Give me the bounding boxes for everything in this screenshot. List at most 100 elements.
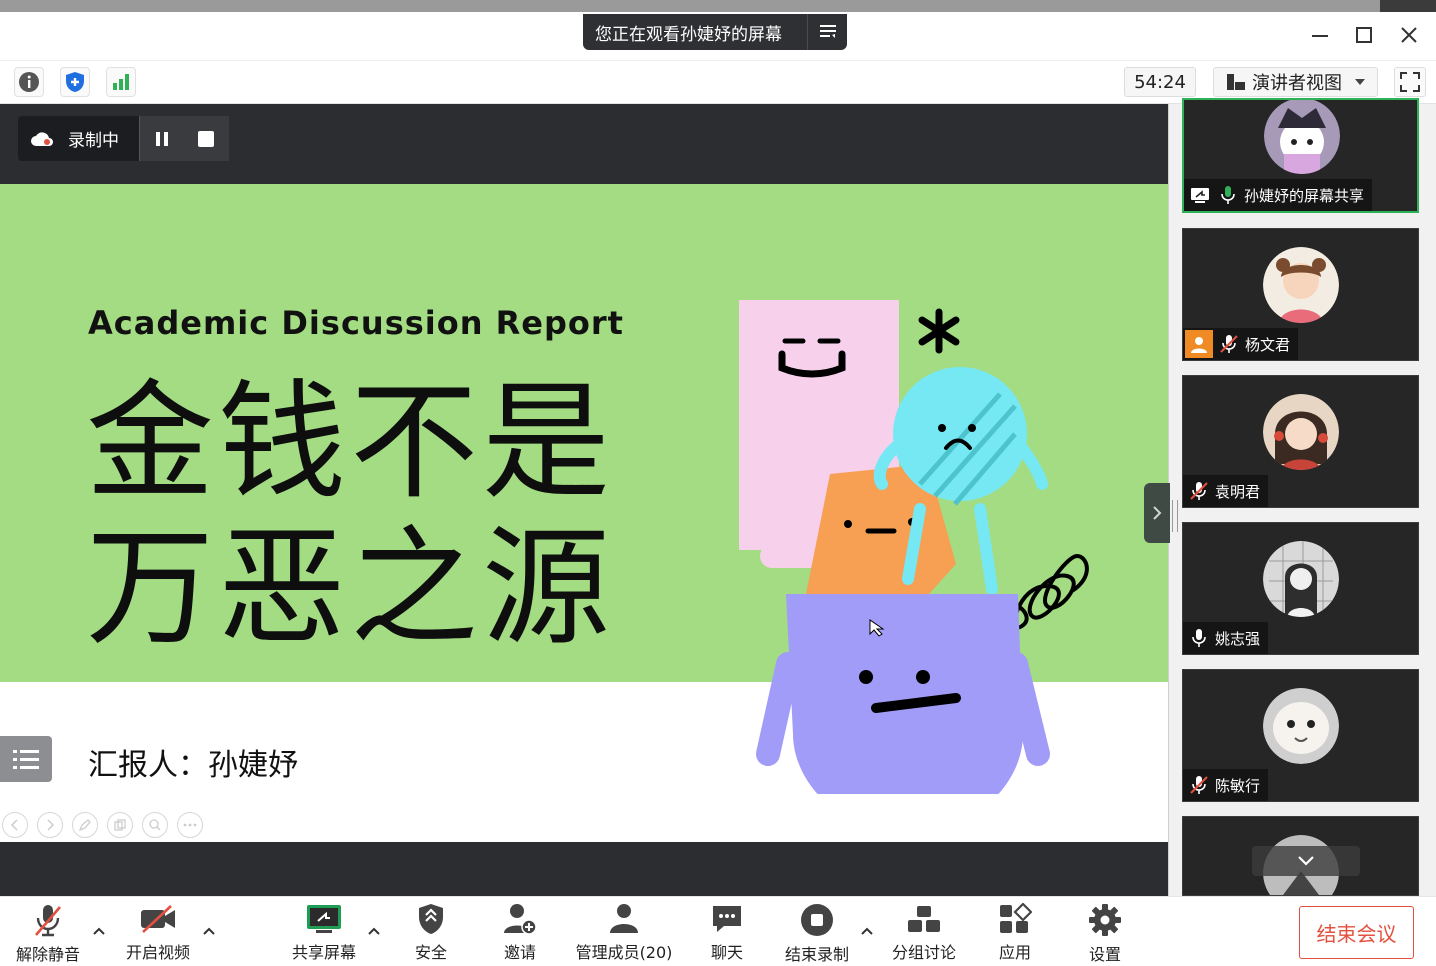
cartoon-illustration bbox=[739, 300, 1089, 794]
user-icon bbox=[1185, 330, 1213, 358]
video-off-icon bbox=[138, 903, 178, 935]
scroll-down-button[interactable] bbox=[1252, 846, 1360, 876]
shield-icon bbox=[411, 903, 451, 935]
avatar bbox=[1263, 688, 1339, 764]
slide-reporter: 汇报人：孙婕妤 bbox=[88, 748, 298, 783]
settings-label: 设置 bbox=[1088, 945, 1121, 964]
minimize-icon[interactable] bbox=[1305, 20, 1335, 50]
settings-button[interactable]: 设置 bbox=[1071, 903, 1139, 964]
presentation-slide: Academic Discussion Report 金钱不是 万恶之源 汇报人… bbox=[0, 184, 1168, 842]
pen-icon[interactable] bbox=[72, 812, 98, 838]
participant-tile-1[interactable]: 孙婕妤的屏幕共享 bbox=[1182, 98, 1419, 213]
recording-indicator: 录制中 bbox=[18, 116, 229, 161]
shield-icon[interactable] bbox=[60, 67, 90, 97]
breakout-icon bbox=[904, 903, 944, 935]
stop-record-icon bbox=[797, 903, 837, 937]
split-handle[interactable] bbox=[1172, 500, 1178, 532]
security-button[interactable]: 安全 bbox=[397, 903, 465, 963]
title-bar: 您正在观看孙婕妤的屏幕 bbox=[0, 12, 1436, 60]
slide-subtitle: Academic Discussion Report bbox=[88, 304, 624, 342]
shared-screen-stage: 录制中 Academic Discussion Report 金钱不是 万恶之源 bbox=[0, 104, 1168, 896]
more-icon[interactable] bbox=[177, 812, 203, 838]
manage-members-button[interactable]: 管理成员(20) bbox=[574, 903, 674, 963]
slide-title: 金钱不是 万恶之源 bbox=[86, 370, 614, 662]
stop-recording-bottom-button[interactable]: 结束录制 bbox=[783, 903, 851, 964]
close-icon[interactable] bbox=[1394, 20, 1424, 50]
breakout-label: 分组讨论 bbox=[891, 943, 956, 962]
chevron-up-icon[interactable] bbox=[364, 921, 384, 941]
security-label: 安全 bbox=[414, 943, 447, 962]
viewing-banner-text: 您正在观看孙婕妤的屏幕 bbox=[595, 24, 782, 45]
participant-tile-5[interactable]: 陈敏行 bbox=[1182, 669, 1419, 802]
fullscreen-icon[interactable] bbox=[1394, 67, 1426, 97]
share-screen-icon bbox=[304, 903, 344, 935]
stop-recording-button[interactable] bbox=[183, 116, 229, 161]
participant-name: 陈敏行 bbox=[1215, 776, 1261, 795]
chevron-up-icon[interactable] bbox=[89, 921, 109, 941]
members-icon bbox=[604, 903, 644, 935]
mic-muted-icon bbox=[28, 903, 68, 937]
breakout-button[interactable]: 分组讨论 bbox=[890, 903, 958, 963]
participant-tile-2[interactable]: 杨文君 bbox=[1182, 228, 1419, 361]
share-screen-button[interactable]: 共享屏幕 bbox=[290, 903, 358, 963]
recording-status: 录制中 bbox=[68, 131, 119, 151]
participant-name: 孙婕妤的屏幕共享 bbox=[1244, 186, 1365, 205]
cloud-icon bbox=[30, 127, 54, 151]
end-meeting-button[interactable]: 结束会议 bbox=[1299, 906, 1414, 959]
start-video-button[interactable]: 开启视频 bbox=[124, 903, 192, 963]
slide-title-line-1: 金钱不是 bbox=[86, 368, 615, 517]
chevron-up-icon[interactable] bbox=[199, 921, 219, 941]
pause-recording-button[interactable] bbox=[138, 116, 184, 161]
view-mode-select[interactable]: 演讲者视图 bbox=[1213, 67, 1378, 97]
chevron-down-icon bbox=[1355, 79, 1365, 85]
slide-controls bbox=[2, 812, 203, 838]
signal-icon[interactable] bbox=[106, 67, 136, 97]
avatar bbox=[1264, 100, 1340, 174]
add-user-icon bbox=[500, 903, 540, 935]
gear-icon bbox=[1085, 903, 1125, 937]
mic-muted-icon bbox=[1187, 773, 1211, 797]
participant-nameplate: 袁明君 bbox=[1183, 475, 1269, 507]
mic-muted-icon bbox=[1217, 332, 1241, 356]
apps-label: 应用 bbox=[998, 943, 1031, 962]
bottom-control-bar: 解除静音 开启视频 共享屏幕 安全 邀请 管理成员(20) 聊天 结束录制 分组… bbox=[0, 896, 1436, 966]
participant-name: 杨文君 bbox=[1245, 335, 1291, 354]
chevron-up-icon[interactable] bbox=[857, 921, 877, 941]
share-screen-label: 共享屏幕 bbox=[291, 943, 356, 962]
chevron-down-icon bbox=[1298, 856, 1314, 866]
chat-label: 聊天 bbox=[710, 943, 743, 962]
unmute-button[interactable]: 解除静音 bbox=[14, 903, 82, 964]
mic-on-icon bbox=[1187, 626, 1211, 650]
manage-members-label: 管理成员(20) bbox=[575, 943, 673, 962]
banner-menu-icon[interactable] bbox=[807, 14, 847, 50]
participant-name: 袁明君 bbox=[1215, 482, 1261, 501]
participant-tile-3[interactable]: 袁明君 bbox=[1182, 375, 1419, 508]
mic-muted-icon bbox=[1187, 479, 1211, 503]
chevron-right-icon bbox=[1153, 506, 1162, 520]
view-mode-label: 演讲者视图 bbox=[1252, 73, 1342, 94]
slide-list-button[interactable] bbox=[0, 736, 52, 782]
screen-share-icon bbox=[1188, 183, 1212, 207]
slide-title-line-2: 万恶之源 bbox=[86, 514, 615, 663]
participant-nameplate: 杨文君 bbox=[1183, 328, 1299, 360]
unmute-label: 解除静音 bbox=[15, 945, 80, 964]
avatar bbox=[1263, 541, 1339, 617]
info-icon[interactable] bbox=[14, 67, 44, 97]
next-slide-icon[interactable] bbox=[37, 812, 63, 838]
invite-button[interactable]: 邀请 bbox=[486, 903, 554, 963]
apps-button[interactable]: 应用 bbox=[981, 903, 1049, 963]
meeting-timer: 54:24 bbox=[1124, 67, 1196, 97]
participant-tile-4[interactable]: 姚志强 bbox=[1182, 522, 1419, 655]
list-icon bbox=[13, 750, 39, 769]
prev-slide-icon[interactable] bbox=[2, 812, 28, 838]
chat-button[interactable]: 聊天 bbox=[693, 903, 761, 963]
collapse-sidebar-button[interactable] bbox=[1144, 483, 1170, 543]
participant-nameplate: 姚志强 bbox=[1183, 622, 1269, 654]
zoom-icon[interactable] bbox=[142, 812, 168, 838]
viewing-banner[interactable]: 您正在观看孙婕妤的屏幕 bbox=[583, 14, 847, 50]
stop-icon bbox=[198, 130, 215, 147]
participant-nameplate: 陈敏行 bbox=[1183, 769, 1269, 801]
avatar bbox=[1263, 247, 1339, 323]
maximize-icon[interactable] bbox=[1349, 20, 1379, 50]
copy-icon[interactable] bbox=[107, 812, 133, 838]
